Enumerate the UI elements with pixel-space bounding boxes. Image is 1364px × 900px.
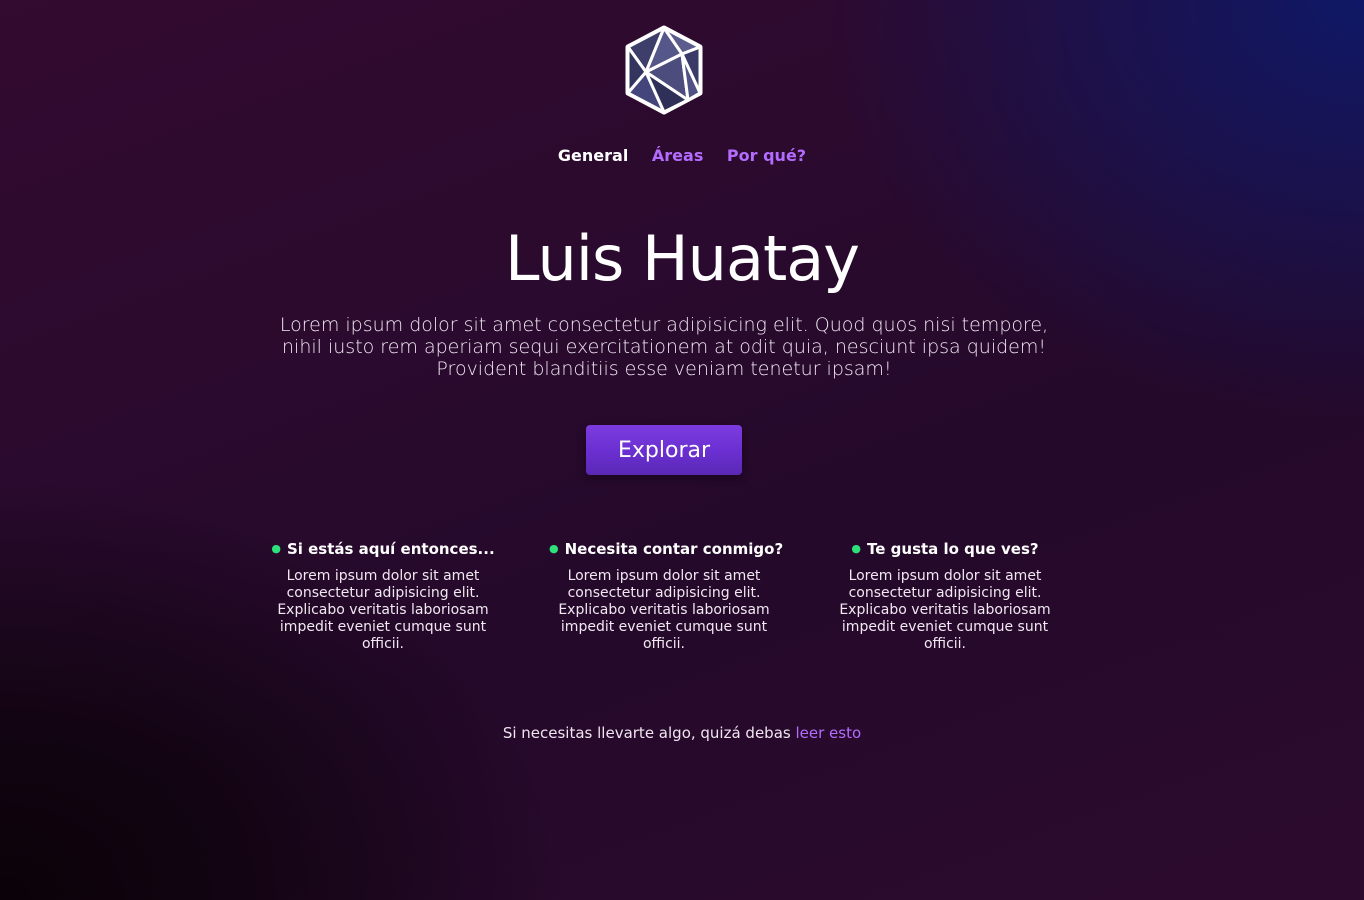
feature-text: Lorem ipsum dolor sit amet consectetur a… [558,568,770,652]
nav-item-por-que[interactable]: Por qué? [727,146,806,165]
bullet-dot-icon: ● [851,542,862,555]
hexagon-polyhedron-logo-icon[interactable] [622,24,706,116]
nav-item-areas[interactable]: Áreas [652,146,703,165]
explore-button[interactable]: Explorar [586,425,742,475]
feature-card: ● Necesita contar conmigo? Lorem ipsum do… [549,540,783,653]
bullet-dot-icon: ● [549,542,559,555]
read-this-link[interactable]: leer esto [796,724,862,742]
nav-item-general[interactable]: General [558,146,628,165]
feature-title: ● Necesita contar conmigo? [549,540,783,558]
feature-title-text: Si estás aquí entonces... [286,540,495,558]
footer-text: Si necesitas llevarte algo, quizá debas [502,724,791,742]
feature-text: Lorem ipsum dolor sit amet consectetur a… [277,568,489,652]
main-nav: General Áreas Por qué? [0,146,1364,165]
footer-note: Si necesitas llevarte algo, quizá debas … [0,724,1364,742]
feature-title-text: Te gusta lo que ves? [867,540,1039,558]
feature-title-text: Necesita contar conmigo? [564,540,784,558]
feature-text: Lorem ipsum dolor sit amet consectetur a… [839,568,1051,652]
hero-description: Lorem ipsum dolor sit amet consectetur a… [279,314,1049,380]
bullet-dot-icon: ● [271,542,281,555]
feature-card: ● Si estás aquí entonces... Lorem ipsum d… [268,540,498,653]
feature-title: ● Te gusta lo que ves? [830,540,1060,558]
hero-title: Luis Huatay [505,222,860,295]
feature-title: ● Si estás aquí entonces... [268,540,498,558]
feature-card: ● Te gusta lo que ves? Lorem ipsum dolor … [830,540,1060,653]
